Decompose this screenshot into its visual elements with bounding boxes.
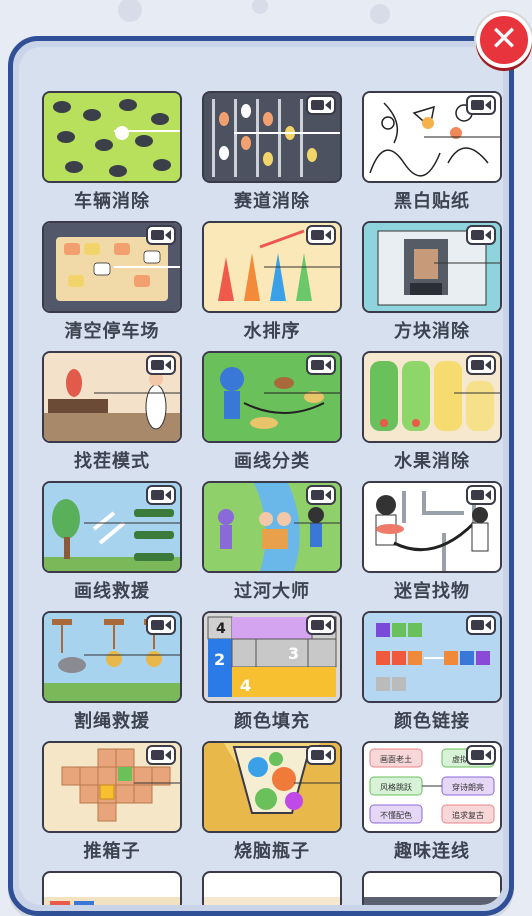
game-card-color-fill[interactable]: 4 2 3 2 4 — [202, 611, 342, 703]
game-label: 赛道消除 — [234, 191, 310, 212]
video-ad-icon — [306, 485, 336, 505]
game-card-cut-rope[interactable] — [42, 611, 182, 703]
video-ad-icon — [466, 615, 496, 635]
video-ad-icon — [306, 95, 336, 115]
video-ad-icon — [466, 225, 496, 245]
game-label: 推箱子 — [83, 841, 141, 862]
game-card-draw-line-sort[interactable] — [202, 351, 342, 443]
video-ad-icon — [306, 355, 336, 375]
background-decor — [118, 0, 390, 24]
game-label: 烧脑瓶子 — [234, 841, 310, 862]
video-ad-icon — [306, 615, 336, 635]
video-ad-icon — [306, 225, 336, 245]
game-label: 过河大师 — [234, 581, 310, 602]
partial-thumb — [364, 897, 500, 905]
game-label: 车辆消除 — [74, 191, 150, 212]
game-card-partial[interactable] — [362, 871, 502, 905]
connect-word: 穿诗朗亮 — [452, 782, 484, 792]
game-label: 颜色填充 — [234, 711, 310, 732]
game-label: 黑白贴纸 — [394, 191, 470, 212]
game-card-partial[interactable] — [202, 871, 342, 905]
connect-word: 追求复古 — [452, 810, 484, 820]
game-card-push-box[interactable] — [42, 741, 182, 833]
game-label: 画线救援 — [74, 581, 150, 602]
video-ad-icon — [146, 615, 176, 635]
video-ad-icon — [466, 485, 496, 505]
video-ad-icon — [146, 485, 176, 505]
game-label: 割绳救援 — [74, 711, 150, 732]
game-card-river-crossing[interactable] — [202, 481, 342, 573]
game-list-scroll-area[interactable]: 车辆消除 赛道消除 黑白贴纸 清空停车场 水排序 方块消除 找茬模式 画线分类 … — [19, 47, 503, 905]
connect-word: 不懂配色 — [380, 810, 412, 820]
close-icon: ✕ — [489, 19, 519, 59]
connect-word: 画面老土 — [380, 754, 412, 764]
partial-thumb — [204, 897, 340, 905]
game-card-block-elimination[interactable] — [362, 221, 502, 313]
video-ad-icon — [306, 745, 336, 765]
game-card-fruit-elimination[interactable] — [362, 351, 502, 443]
video-ad-icon — [146, 745, 176, 765]
game-label: 颜色链接 — [394, 711, 470, 732]
close-button[interactable]: ✕ — [476, 12, 532, 68]
game-card-draw-line-rescue[interactable] — [42, 481, 182, 573]
game-card-fun-connect[interactable]: 画面老土 虚拟世界 风格跳跃 穿诗朗亮 不懂配色 追求复古 — [362, 741, 502, 833]
fill-number: 4 — [216, 621, 226, 637]
game-label: 找茬模式 — [74, 451, 150, 472]
game-card-track-elimination[interactable] — [202, 91, 342, 183]
video-ad-icon — [466, 95, 496, 115]
fill-number: 2 — [214, 650, 225, 669]
game-card-spot-difference[interactable] — [42, 351, 182, 443]
game-label: 迷宫找物 — [394, 581, 470, 602]
game-card-bw-sticker[interactable] — [362, 91, 502, 183]
game-card-partial[interactable] — [42, 871, 182, 905]
video-ad-icon — [466, 355, 496, 375]
game-card-parking-lot[interactable] — [42, 221, 182, 313]
game-label: 清空停车场 — [64, 321, 160, 342]
car-elimination-thumb — [44, 93, 180, 181]
connect-word: 风格跳跃 — [380, 782, 412, 792]
game-list-panel: 车辆消除 赛道消除 黑白贴纸 清空停车场 水排序 方块消除 找茬模式 画线分类 … — [8, 36, 514, 916]
game-card-brain-bottle[interactable] — [202, 741, 342, 833]
game-card-maze-find[interactable] — [362, 481, 502, 573]
game-label: 趣味连线 — [394, 841, 470, 862]
partial-thumb — [44, 897, 180, 905]
game-card-water-sort[interactable] — [202, 221, 342, 313]
video-ad-icon — [146, 225, 176, 245]
fill-number: 4 — [240, 676, 251, 695]
game-label: 水排序 — [243, 321, 301, 342]
game-card-car-elimination[interactable] — [42, 91, 182, 183]
fill-number: 3 — [288, 644, 299, 663]
game-grid: 车辆消除 赛道消除 黑白贴纸 清空停车场 水排序 方块消除 找茬模式 画线分类 … — [19, 47, 503, 905]
video-ad-icon — [146, 355, 176, 375]
game-label: 画线分类 — [234, 451, 310, 472]
game-card-color-link[interactable] — [362, 611, 502, 703]
game-label: 方块消除 — [394, 321, 470, 342]
video-ad-icon — [466, 745, 496, 765]
game-label: 水果消除 — [394, 451, 470, 472]
